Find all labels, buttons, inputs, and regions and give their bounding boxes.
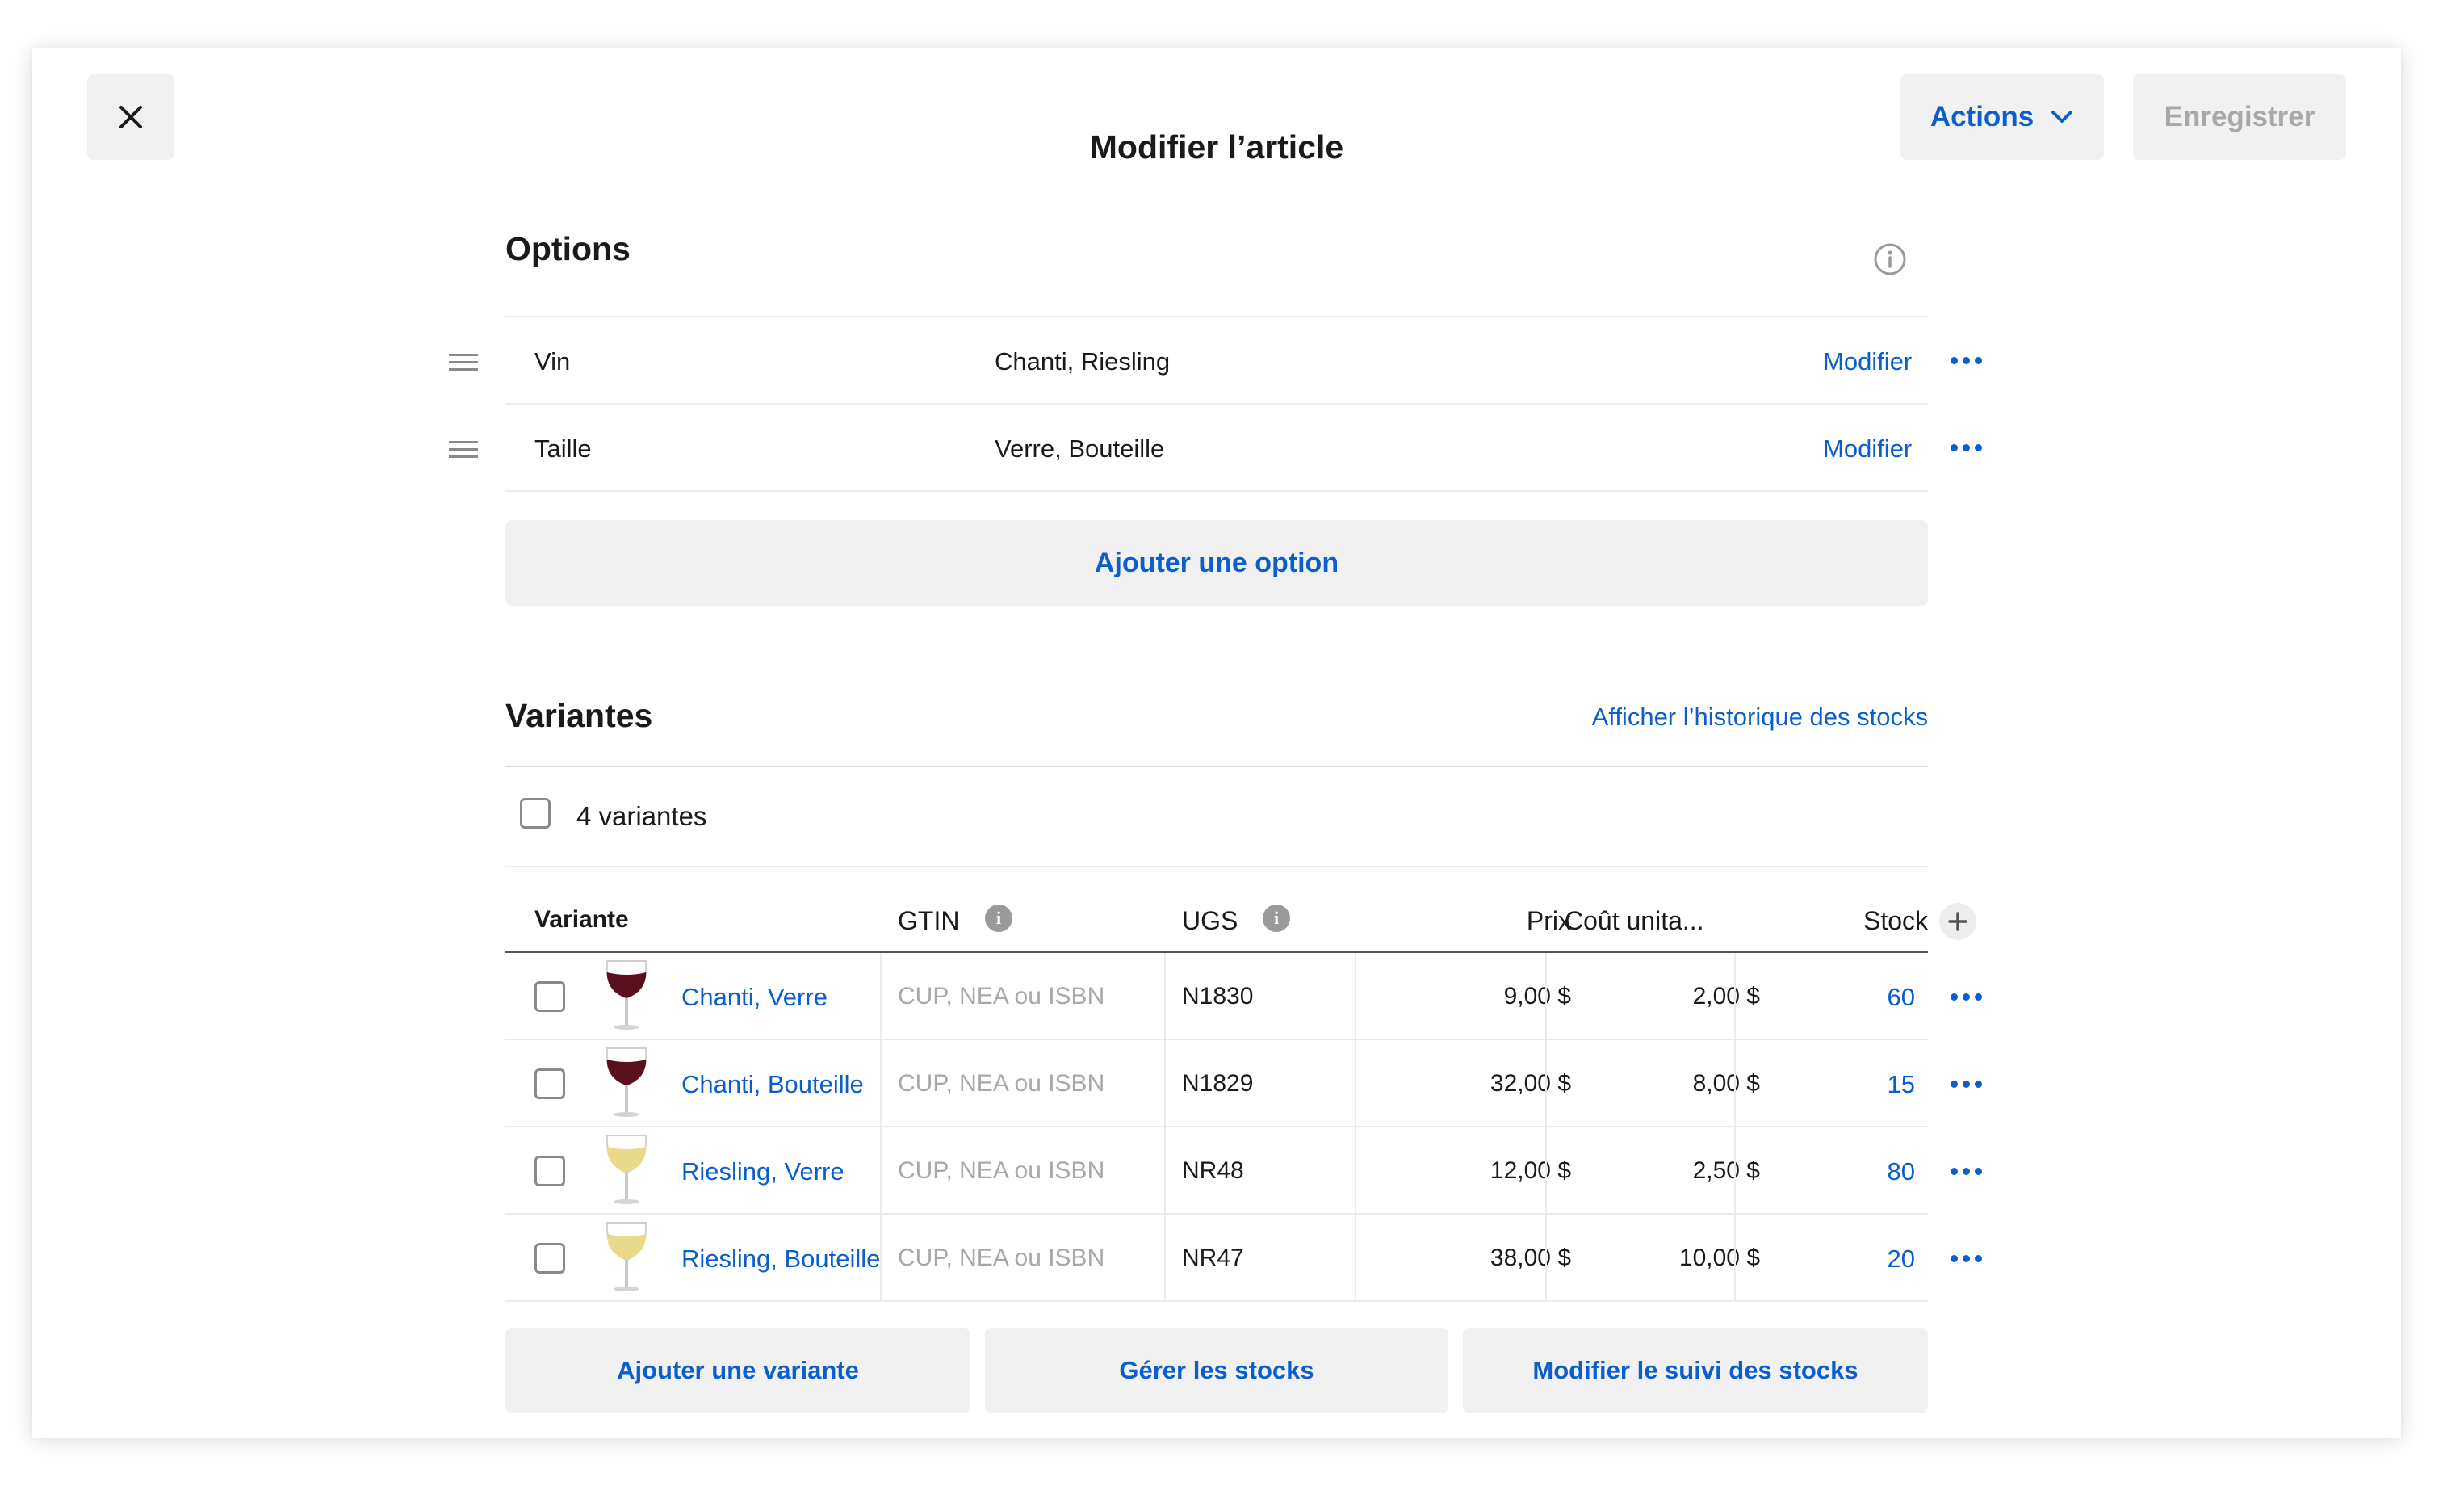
info-circle-icon[interactable] [1873, 242, 1907, 276]
wine-fill [606, 1234, 647, 1260]
column-header-gtin: GTIN [898, 906, 960, 935]
unit-cost-input[interactable]: 2,00 $ [1563, 984, 1760, 1009]
add-variant-button[interactable]: Ajouter une variante [505, 1328, 970, 1413]
stock-value-link[interactable]: 15 [1752, 1072, 1915, 1097]
actions-dropdown-button[interactable]: Actions [1900, 74, 2104, 160]
options-section-title: Options [505, 230, 631, 267]
column-header-price: Prix [1526, 906, 1571, 935]
row-more-options-icon[interactable] [1951, 993, 1982, 1001]
gtin-input[interactable]: CUP, NEA ou ISBN [898, 1072, 1104, 1096]
option-name: Vin [534, 347, 571, 376]
unit-cost-input[interactable]: 2,50 $ [1563, 1159, 1760, 1183]
column-header-variant: Variante [534, 906, 629, 933]
column-header-sku: UGS [1182, 906, 1238, 935]
price-input[interactable]: 12,00 $ [1372, 1159, 1571, 1183]
add-column-button[interactable] [1939, 903, 1976, 940]
row-checkbox[interactable] [534, 981, 565, 1012]
wine-glass-icon [606, 1135, 647, 1204]
drag-handle-icon[interactable] [449, 354, 478, 376]
sku-input[interactable]: N1830 [1182, 984, 1253, 1009]
edit-item-modal: Modifier l’article Actions Enregistrer O… [32, 48, 2401, 1438]
info-icon[interactable]: i [1263, 905, 1290, 932]
actions-label: Actions [1930, 101, 2034, 132]
wine-glass-icon [606, 1047, 647, 1117]
option-name: Taille [534, 434, 592, 463]
info-icon[interactable]: i [985, 905, 1012, 932]
edit-option-link[interactable]: Modifier [1823, 349, 1912, 374]
stock-value-link[interactable]: 80 [1752, 1159, 1915, 1184]
variants-section-title: Variantes [505, 697, 653, 734]
variant-name-link[interactable]: Riesling, Bouteille [681, 1246, 880, 1271]
variant-count: 4 variantes [576, 801, 707, 831]
sku-input[interactable]: NR48 [1182, 1159, 1244, 1183]
price-input[interactable]: 9,00 $ [1372, 984, 1571, 1009]
more-options-icon[interactable] [1951, 444, 1982, 451]
drag-handle-icon[interactable] [449, 441, 478, 463]
option-values: Verre, Bouteille [995, 434, 1165, 463]
edit-stock-tracking-button[interactable]: Modifier le suivi des stocks [1463, 1328, 1928, 1413]
close-icon [119, 106, 142, 128]
wine-fill [606, 1147, 647, 1173]
more-options-icon[interactable] [1951, 357, 1982, 364]
row-more-options-icon[interactable] [1951, 1081, 1982, 1088]
variant-name-link[interactable]: Chanti, Bouteille [681, 1072, 864, 1097]
row-checkbox[interactable] [534, 1156, 565, 1186]
add-option-button[interactable]: Ajouter une option [505, 520, 1928, 606]
column-header-stock: Stock [1863, 906, 1928, 935]
manage-stock-button[interactable]: Gérer les stocks [985, 1328, 1448, 1413]
stock-history-link[interactable]: Afficher l’historique des stocks [1592, 704, 1928, 729]
save-button[interactable]: Enregistrer [2133, 74, 2346, 160]
stock-value-link[interactable]: 20 [1752, 1246, 1915, 1271]
select-all-checkbox[interactable] [520, 798, 551, 829]
edit-option-link[interactable]: Modifier [1823, 436, 1912, 461]
wine-glass-icon [606, 1222, 647, 1291]
wine-fill [606, 1060, 647, 1085]
row-more-options-icon[interactable] [1951, 1168, 1982, 1175]
row-checkbox[interactable] [534, 1243, 565, 1274]
wine-fill [606, 972, 647, 998]
unit-cost-input[interactable]: 8,00 $ [1563, 1072, 1760, 1096]
gtin-input[interactable]: CUP, NEA ou ISBN [898, 984, 1104, 1009]
gtin-input[interactable]: CUP, NEA ou ISBN [898, 1159, 1104, 1183]
row-checkbox[interactable] [534, 1068, 565, 1099]
sku-input[interactable]: N1829 [1182, 1072, 1253, 1096]
price-input[interactable]: 38,00 $ [1372, 1246, 1571, 1270]
gtin-input[interactable]: CUP, NEA ou ISBN [898, 1246, 1104, 1270]
chevron-down-icon [2051, 111, 2073, 123]
row-more-options-icon[interactable] [1951, 1255, 1982, 1262]
price-input[interactable]: 32,00 $ [1372, 1072, 1571, 1096]
sku-input[interactable]: NR47 [1182, 1246, 1244, 1270]
wine-glass-icon [606, 960, 647, 1030]
option-values: Chanti, Riesling [995, 347, 1171, 376]
variant-name-link[interactable]: Riesling, Verre [681, 1159, 844, 1184]
variant-name-link[interactable]: Chanti, Verre [681, 984, 828, 1010]
unit-cost-input[interactable]: 10,00 $ [1563, 1246, 1760, 1270]
column-header-unit-cost: Coût unita... [1565, 906, 1704, 935]
plus-icon [1948, 912, 1967, 931]
stock-value-link[interactable]: 60 [1752, 984, 1915, 1010]
